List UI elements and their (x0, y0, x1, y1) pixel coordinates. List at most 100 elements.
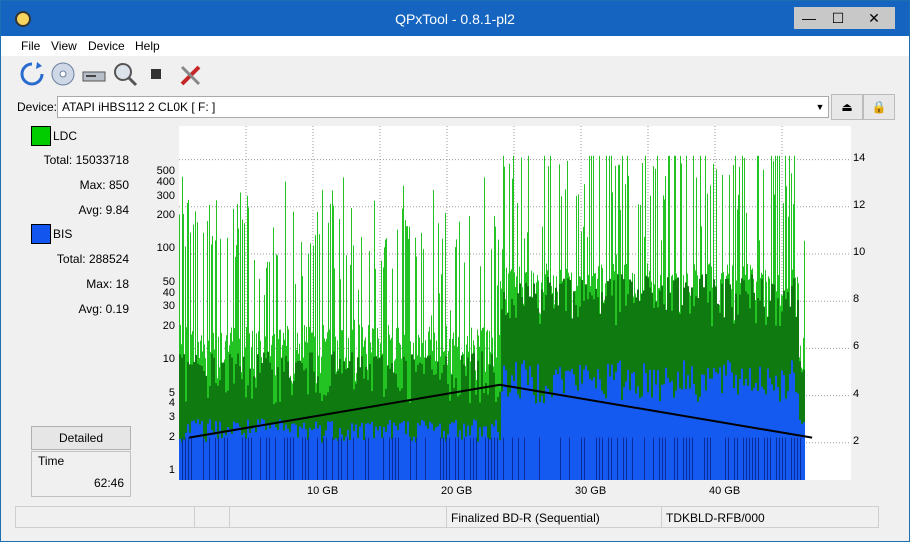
bis-bar (371, 421, 373, 480)
bis-bar (405, 434, 407, 480)
bis-dark-bar (617, 437, 618, 480)
ldc-avg-label: Avg: (78, 203, 103, 217)
bis-bar (453, 422, 455, 480)
bis-bar (621, 400, 623, 480)
bis-bar (417, 423, 419, 480)
bis-bar (213, 434, 215, 480)
device-select[interactable]: ATAPI iHBS112 2 CL0K [ F: ] ▼ (57, 96, 829, 118)
status-media-id: TDKBLD-RFB/000 (666, 511, 765, 525)
bis-dark-bar (248, 437, 249, 480)
bis-dark-bar (785, 437, 786, 480)
bis-dark-bar (665, 437, 666, 480)
scan-icon[interactable] (112, 61, 138, 87)
bis-bar (429, 421, 431, 480)
bis-total: Total: 288524 (15, 252, 129, 266)
y2-tick-label: 6 (853, 340, 860, 353)
bis-bar (355, 424, 357, 480)
bis-dark-bar (800, 437, 801, 480)
bis-bar (637, 386, 639, 480)
bis-dark-bar (758, 437, 759, 480)
lock-icon: 🔒 (871, 100, 887, 114)
bis-bar (501, 391, 503, 480)
bis-bar (681, 389, 683, 480)
menu-view[interactable]: View (51, 39, 77, 53)
bis-bar (577, 390, 579, 480)
bis-bar (571, 368, 573, 480)
time-box: Time 62:46 (31, 451, 131, 497)
bis-dark-bar (446, 437, 447, 480)
bis-dark-bar (224, 437, 225, 480)
bis-bar (349, 440, 351, 480)
minimize-button[interactable]: — (794, 7, 824, 29)
bis-bar (231, 433, 233, 480)
bis-bar (521, 364, 523, 480)
bis-dark-bar (782, 437, 783, 480)
eject-button[interactable]: ⏏ (831, 94, 863, 120)
bis-dark-bar (599, 437, 600, 480)
drive-icon[interactable] (81, 61, 107, 87)
status-disc: Finalized BD-R (Sequential) (451, 511, 600, 525)
bis-bar (343, 440, 345, 480)
bis-bar (279, 419, 281, 480)
bis-max: Max: 18 (15, 277, 129, 291)
y-tick-label: 2 (168, 430, 175, 443)
bis-bar (531, 377, 533, 480)
bis-dark-bar (584, 437, 585, 480)
bis-bar (695, 394, 697, 480)
stop-icon[interactable] (143, 61, 169, 87)
bis-bar (747, 385, 749, 480)
bis-dark-bar (728, 437, 729, 480)
menu-file[interactable]: File (21, 39, 40, 53)
bis-bar (735, 374, 737, 480)
bis-dark-bar (290, 437, 291, 480)
chevron-down-icon[interactable]: ▼ (812, 97, 828, 117)
bis-bar (309, 427, 311, 480)
bis-dark-bar (791, 437, 792, 480)
bis-bar (315, 421, 317, 480)
lock-button[interactable]: 🔒 (863, 94, 895, 120)
detailed-button[interactable]: Detailed (31, 426, 131, 450)
bis-bar (465, 436, 467, 480)
bis-bar (333, 439, 335, 480)
bis-avg-label: Avg: (78, 302, 103, 316)
bis-dark-bar (317, 437, 318, 480)
refresh-icon[interactable] (19, 61, 45, 87)
bis-bar (739, 379, 741, 480)
bis-dark-bar (323, 437, 324, 480)
bis-bar (375, 426, 377, 480)
bis-bar (555, 369, 557, 480)
settings-tools-icon[interactable] (179, 61, 205, 87)
bis-bar (199, 424, 201, 480)
bis-dark-bar (209, 437, 210, 480)
menu-device[interactable]: Device (88, 39, 125, 53)
close-button[interactable]: ✕ (853, 7, 895, 29)
menu-help[interactable]: Help (135, 39, 160, 53)
bis-dark-bar (302, 437, 303, 480)
status-disc-cell: Finalized BD-R (Sequential) (446, 506, 662, 528)
bis-dark-bar (491, 437, 492, 480)
bis-bar (525, 369, 527, 480)
bis-bar (663, 384, 665, 480)
title-bar[interactable]: QPxTool - 0.8.1-pl2 — ☐ ✕ (1, 1, 909, 36)
y-tick-label: 400 (156, 175, 175, 188)
eject-icon: ⏏ (841, 100, 853, 114)
bis-bar (533, 395, 535, 480)
bis-bar (699, 396, 701, 480)
bis-bar (219, 421, 221, 480)
bis-dark-bar (395, 437, 396, 480)
bis-bar (339, 427, 341, 480)
y-tick-label: 4 (168, 397, 175, 410)
bis-bar (461, 439, 463, 480)
bis-bar (731, 372, 733, 480)
bis-bar (529, 366, 531, 480)
y-tick-label: 40 (162, 286, 175, 299)
y2-tick-label: 2 (853, 434, 860, 447)
bis-bar (411, 440, 413, 480)
bis-bar (243, 432, 245, 480)
bis-bar (565, 371, 567, 480)
bis-bar (657, 370, 659, 480)
bis-dark-bar (503, 437, 504, 480)
bis-dark-bar (458, 437, 459, 480)
disc-info-icon[interactable] (50, 61, 76, 87)
maximize-button[interactable]: ☐ (823, 7, 853, 29)
